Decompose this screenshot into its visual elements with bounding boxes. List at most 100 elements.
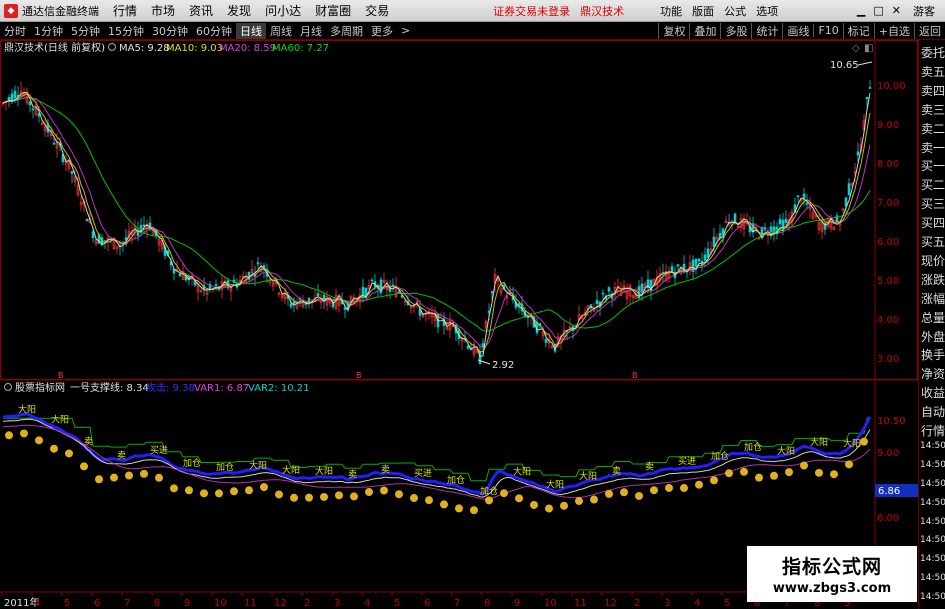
side-panel-item[interactable]: 卖四 xyxy=(920,82,945,99)
menu-options[interactable]: 选项 xyxy=(756,3,778,19)
x-axis-label: 5 xyxy=(64,598,70,609)
money-bag-icon xyxy=(80,462,88,471)
side-panel-item[interactable]: 14:50 xyxy=(920,535,945,545)
side-panel-item[interactable]: 买二 xyxy=(920,176,945,193)
money-bag-icon xyxy=(245,486,253,495)
money-bag-icon xyxy=(680,484,688,493)
side-panel-item[interactable]: 买五 xyxy=(920,233,945,250)
side-panel-item[interactable]: 14:50 xyxy=(920,460,945,470)
menu-layout[interactable]: 版面 xyxy=(692,3,714,19)
side-panel-item[interactable]: 卖二 xyxy=(920,120,945,137)
var1-line xyxy=(2,424,871,500)
tab-1min[interactable]: 1分钟 xyxy=(30,23,67,39)
adjust-button[interactable]: 复权 xyxy=(658,22,689,39)
side-panel-item[interactable]: 现价 xyxy=(920,252,945,269)
money-bag-icon xyxy=(200,489,208,498)
money-bag-icon xyxy=(440,500,448,509)
side-panel-item[interactable]: 收益 xyxy=(920,384,945,401)
settings-icon[interactable] xyxy=(4,383,12,391)
menu-discover[interactable]: 发现 xyxy=(227,2,251,19)
signal-word: 卖 xyxy=(117,450,126,461)
candle-body xyxy=(595,300,599,305)
add-watchlist-button[interactable]: +自选 xyxy=(873,22,914,39)
minimize-icon[interactable]: ▁ xyxy=(857,4,865,17)
price-tick: 6.00 xyxy=(877,237,899,248)
tab-multi-period[interactable]: 多周期 xyxy=(326,23,367,39)
money-bag-icon xyxy=(575,497,583,506)
side-panel-item[interactable]: 14:50 xyxy=(920,592,945,602)
tab-60min[interactable]: 60分钟 xyxy=(192,23,236,39)
menu-trade[interactable]: 交易 xyxy=(365,2,389,19)
buy-marker: B xyxy=(58,371,64,380)
tab-monthly[interactable]: 月线 xyxy=(296,23,326,39)
side-panel-item[interactable]: 净资 xyxy=(920,365,945,382)
x-axis-label: 12 xyxy=(274,598,287,609)
money-bag-icon xyxy=(560,501,568,510)
tab-daily[interactable]: 日线 xyxy=(236,22,266,39)
panel-toggle-icon[interactable]: ◧ xyxy=(864,43,873,54)
side-panel-item[interactable]: 14:50 xyxy=(920,441,945,451)
side-panel-item[interactable]: 14:50 xyxy=(920,517,945,527)
high-arrow xyxy=(857,61,873,66)
side-panel-item[interactable]: 14:50 xyxy=(920,573,945,583)
side-panel-item[interactable]: 买一 xyxy=(920,157,945,174)
side-panel-item[interactable]: 卖三 xyxy=(920,101,945,118)
side-panel-item[interactable]: 卖五 xyxy=(920,63,945,80)
chart-area[interactable]: 鼎汉技术(日线 前复权) MA5: 9.28 MA10: 9.03 MA20: … xyxy=(0,40,918,609)
ma5-label: MA5: 9.28 xyxy=(119,43,170,54)
diamond-icon[interactable]: ◇ xyxy=(852,43,860,54)
menu-market[interactable]: 市场 xyxy=(151,2,175,19)
candle-body xyxy=(796,195,800,198)
menu-quotes[interactable]: 行情 xyxy=(113,2,137,19)
side-panel-item[interactable]: 总量 xyxy=(920,309,945,326)
login-status[interactable]: 证券交易未登录 xyxy=(493,3,570,19)
tab-more[interactable]: 更多 xyxy=(367,23,397,39)
menu-ask[interactable]: 问小达 xyxy=(265,2,301,19)
money-bag-icon xyxy=(530,500,538,509)
x-axis-label: 3 xyxy=(664,598,670,609)
menu-function[interactable]: 功能 xyxy=(660,3,682,19)
side-panel-item[interactable]: 涨跌 xyxy=(920,271,945,288)
candle-body xyxy=(856,151,860,156)
signal-word: 加仓 xyxy=(183,457,201,469)
side-panel-item[interactable]: 委托 xyxy=(920,44,945,61)
money-bag-icon xyxy=(20,429,28,438)
overlay-button[interactable]: 叠加 xyxy=(689,22,720,39)
tab-30min[interactable]: 30分钟 xyxy=(148,23,192,39)
side-panel-item[interactable]: 14:50 xyxy=(920,498,945,508)
settings-icon[interactable] xyxy=(108,43,116,51)
back-button[interactable]: 返回 xyxy=(914,22,945,39)
side-panel-item[interactable]: 14:50 xyxy=(920,554,945,564)
multi-stock-button[interactable]: 多股 xyxy=(720,22,751,39)
ma10-label: MA10: 9.03 xyxy=(166,43,223,54)
close-icon[interactable]: ✕ xyxy=(892,4,901,17)
money-bag-icon xyxy=(725,469,733,478)
x-axis-label: 10 xyxy=(214,598,227,609)
tab-weekly[interactable]: 周线 xyxy=(266,23,296,39)
money-bag-icon xyxy=(260,483,268,492)
side-panel-item[interactable]: 买三 xyxy=(920,195,945,212)
side-panel-item[interactable]: 买四 xyxy=(920,214,945,231)
side-panel-item[interactable]: 卖一 xyxy=(920,139,945,156)
side-panel-item[interactable]: 行情 xyxy=(920,422,945,439)
side-panel-item[interactable]: 外盘 xyxy=(920,328,945,345)
menu-formula[interactable]: 公式 xyxy=(724,3,746,19)
side-panel-item[interactable]: 换手 xyxy=(920,346,945,363)
draw-button[interactable]: 画线 xyxy=(782,22,813,39)
guest-label[interactable]: 游客 xyxy=(913,3,935,19)
stats-button[interactable]: 统计 xyxy=(751,22,782,39)
tab-15min[interactable]: 15分钟 xyxy=(104,23,148,39)
side-panel-item[interactable]: 自动 xyxy=(920,403,945,420)
money-bag-icon xyxy=(590,495,598,504)
chevron-right-icon[interactable]: > xyxy=(397,24,414,37)
high-price-label: 10.65 xyxy=(830,60,859,71)
maximize-icon[interactable]: □ xyxy=(873,4,883,17)
side-panel-item[interactable]: 14:50 xyxy=(920,479,945,489)
menu-wealth[interactable]: 财富圈 xyxy=(315,2,351,19)
menu-news[interactable]: 资讯 xyxy=(189,2,213,19)
mark-button[interactable]: 标记 xyxy=(842,22,874,39)
tab-timeshare[interactable]: 分时 xyxy=(0,23,30,39)
f10-button[interactable]: F10 xyxy=(813,24,842,37)
side-panel-item[interactable]: 涨幅 xyxy=(920,290,945,307)
tab-5min[interactable]: 5分钟 xyxy=(67,23,104,39)
